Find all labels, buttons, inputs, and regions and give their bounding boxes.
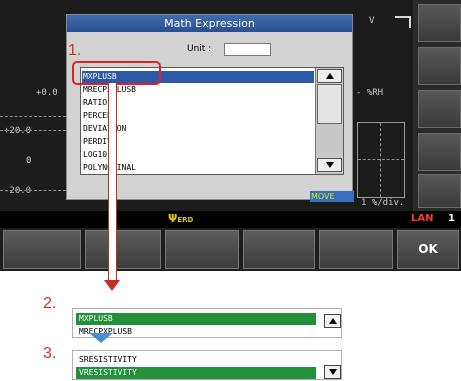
down-arrow-icon [104, 280, 120, 291]
right-softkey-1[interactable] [418, 4, 461, 42]
axis-label-mid: 0 [26, 156, 32, 166]
right-softkey-4[interactable] [418, 133, 461, 171]
meter-frame [357, 122, 405, 198]
highlight-box [72, 61, 161, 85]
scale-line [0, 116, 66, 117]
softkey-row: OK [0, 228, 461, 271]
crop2-selected-item: MXPLUSB [76, 313, 316, 325]
meter-gridline [358, 159, 404, 160]
step-3-crop: SRESISTIVITY VRESISTIVITY [72, 350, 342, 380]
status-bar: ΨERD LAN 1 [0, 211, 461, 228]
unit-field[interactable] [224, 43, 271, 56]
right-softkey-2[interactable] [418, 47, 461, 85]
chevron-down-icon [329, 369, 337, 375]
axis-label-top: +20.0 [4, 126, 32, 136]
down-arrow-shaft [108, 83, 117, 283]
axis-label-bottom: -20.0 [4, 186, 32, 196]
blue-down-arrow-icon [89, 333, 113, 343]
step-1-label: 1. [68, 42, 82, 59]
dialog-title: Math Expression [67, 15, 352, 32]
crop3-prev-item: SRESISTIVITY [79, 355, 137, 364]
ok-button[interactable]: OK [397, 230, 459, 269]
lan-channel: 1 [448, 213, 455, 224]
scroll-up-button[interactable] [317, 69, 342, 83]
scroll-thumb[interactable] [317, 84, 342, 124]
softkey-1[interactable] [3, 230, 81, 269]
bg-unit-v: V [369, 16, 375, 26]
lan-indicator: LAN [411, 213, 434, 224]
right-softkey-5[interactable] [418, 174, 461, 208]
unit-label: Unit : [187, 44, 212, 54]
chevron-up-icon [326, 73, 334, 79]
softkey-2[interactable] [85, 230, 161, 269]
list-item-log10[interactable]: LOG10 [83, 149, 107, 161]
chevron-down-icon [326, 162, 334, 168]
crop3-selected-item: VRESISTIVITY [76, 367, 316, 379]
meter-gridline [380, 123, 381, 197]
list-item-ratio[interactable]: RATIO [83, 97, 107, 109]
bg-value-label: +0.0 [36, 88, 58, 98]
usb-icon: ΨERD [168, 212, 194, 225]
crop3-scroll-down [324, 365, 341, 379]
softkey-5[interactable] [319, 230, 393, 269]
step-2-label: 2. [43, 295, 57, 312]
scale-line [0, 130, 66, 131]
step-3-label: 3. [43, 345, 57, 362]
list-scrollbar[interactable] [315, 68, 343, 174]
scroll-down-button[interactable] [317, 158, 342, 172]
scale-line [0, 190, 66, 191]
list-item-deviation[interactable]: DEVIATION [83, 123, 126, 135]
right-softkey-3[interactable] [418, 90, 461, 128]
div-scale-label: 1 %/div. [361, 198, 405, 208]
chevron-up-icon [329, 318, 337, 324]
move-indicator: MOVE [310, 191, 354, 202]
softkey-3[interactable] [165, 230, 239, 269]
crop2-scroll-up [324, 314, 341, 328]
bg-unit-rh: - %RH [356, 88, 384, 98]
softkey-4[interactable] [243, 230, 315, 269]
signal-step-icon [395, 16, 411, 28]
